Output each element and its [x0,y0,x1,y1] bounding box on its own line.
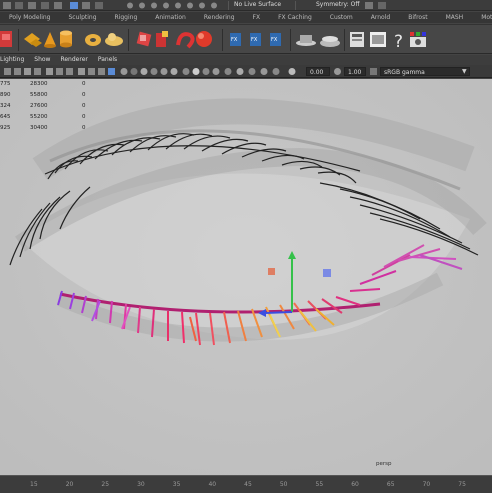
hud-row: 890 55800 0 [0,90,86,101]
panel-menu-bar: Lighting Show Renderer Panels [0,55,492,65]
cloud-icon[interactable] [105,33,123,46]
hud-row: 324 27600 0 [0,101,86,112]
timeline-tick: 65 [386,481,395,488]
hud-value: 775 [0,81,11,87]
hud-value: 925 [0,125,11,131]
timeline-tick: 35 [172,481,181,488]
hud-value: 645 [0,114,11,120]
tab-bifrost[interactable]: Bifrost [399,12,436,23]
poly-count-hud: 775 28300 0 890 55800 0 324 27600 0 645 55200 0 … [0,79,86,134]
poly-torus-icon[interactable] [85,34,101,46]
tab-arnold[interactable]: Arnold [362,12,399,23]
camera-label: persp [376,461,392,467]
exposure-field[interactable]: 0.00 [306,67,330,76]
tab-custom[interactable]: Custom [321,12,362,23]
timeline-tick: 60 [351,481,359,488]
timeline-tick: 40 [208,481,217,488]
tab-motion[interactable]: Motion [472,12,492,23]
fx-icon-3[interactable]: FX [270,33,281,46]
timeline-tick: 30 [137,481,145,488]
tab-fx-caching[interactable]: FX Caching [269,12,321,23]
tab-fx[interactable]: FX [244,12,270,23]
menu-renderer[interactable]: Renderer [56,55,93,65]
tab-rigging[interactable]: Rigging [106,12,147,23]
tab-animation[interactable]: Animation [146,12,195,23]
timeline-tick: 20 [65,481,74,488]
hud-value: 30400 [30,125,48,131]
hud-value: 0 [82,103,86,109]
hud-value: 55200 [30,114,48,120]
symmetry-dropdown[interactable]: Symmetry: Off [316,1,359,8]
bend-icon[interactable] [176,32,195,49]
hud-value: 27600 [30,103,48,109]
panel-toolbar: 0.00 1.00 sRGB gamma ▼ [0,65,492,78]
tab-sculpting[interactable]: Sculpting [60,12,106,23]
svg-text:?: ? [394,32,403,52]
help-icon[interactable]: ? [394,32,403,52]
hud-value: 0 [82,125,86,131]
timeline-tick: 25 [101,481,110,488]
poly-cube-icon[interactable] [0,31,12,47]
live-surface-label[interactable]: No Live Surface [234,1,281,8]
timeline-tick: 75 [458,481,466,488]
timeline-tick: 70 [422,481,431,488]
shelf-tabs: Poly Modeling Sculpting Rigging Animatio… [0,12,492,23]
gamma-icon[interactable] [334,68,341,75]
hud-row: 775 28300 0 [0,79,86,90]
svg-text:FX: FX [271,37,278,43]
svg-text:FX: FX [251,37,258,43]
hud-value: 890 [0,92,11,98]
menu-show[interactable]: Show [30,55,56,65]
move-tool-icon[interactable] [136,31,152,47]
timeline-tick: 15 [30,481,38,488]
render-settings-icon[interactable] [350,32,364,47]
hud-row: 645 55200 0 [0,112,86,123]
poly-plane-icon[interactable] [24,33,42,47]
hud-value: 55800 [30,92,48,98]
hud-value: 0 [82,114,86,120]
eye-model [0,79,492,475]
fx-icon[interactable]: FX [230,33,241,46]
viewport-3d[interactable]: 775 28300 0 890 55800 0 324 27600 0 645 55200 0 … [0,79,492,475]
gamma-field[interactable]: 1.00 [344,67,366,76]
tab-mash[interactable]: MASH [437,12,473,23]
timeline-ticks: 15 20 25 30 35 40 45 50 55 60 65 70 75 [0,476,492,493]
timeline-tick: 50 [279,481,288,488]
time-slider[interactable]: 15 20 25 30 35 40 45 50 55 60 65 70 75 [0,475,492,493]
poly-cone-icon[interactable] [44,32,56,48]
hat-icon[interactable] [296,35,316,46]
fx-icon-2[interactable]: FX [250,33,261,46]
poly-cylinder-icon[interactable] [60,30,72,48]
camera-icon[interactable] [410,32,426,47]
render-view-icon[interactable] [370,32,386,47]
timeline-tick: 55 [315,481,324,488]
shelf-bar: FX FX FX ? [0,24,492,54]
hud-value: 28300 [30,81,48,87]
color-management-icon[interactable] [370,68,377,75]
panel-toolbar-icons[interactable] [0,65,300,78]
hud-value: 0 [82,92,86,98]
tab-rendering[interactable]: Rendering [195,12,244,23]
hud-value: 0 [82,81,86,87]
menu-panels[interactable]: Panels [94,55,123,65]
tab-poly-modeling[interactable]: Poly Modeling [0,12,60,23]
menu-lighting[interactable]: Lighting [0,55,30,65]
hud-value: 324 [0,103,11,109]
bowl-icon[interactable] [320,36,340,47]
color-space-dropdown[interactable]: sRGB gamma [380,67,470,76]
timeline-tick: 45 [244,481,252,488]
chevron-down-icon[interactable]: ▼ [462,68,467,75]
hud-row: 925 30400 0 [0,123,86,134]
sphere-icon[interactable] [196,31,212,47]
status-line: No Live Surface Symmetry: Off [0,0,492,11]
svg-text:FX: FX [231,37,238,43]
extrude-icon[interactable] [156,31,168,47]
